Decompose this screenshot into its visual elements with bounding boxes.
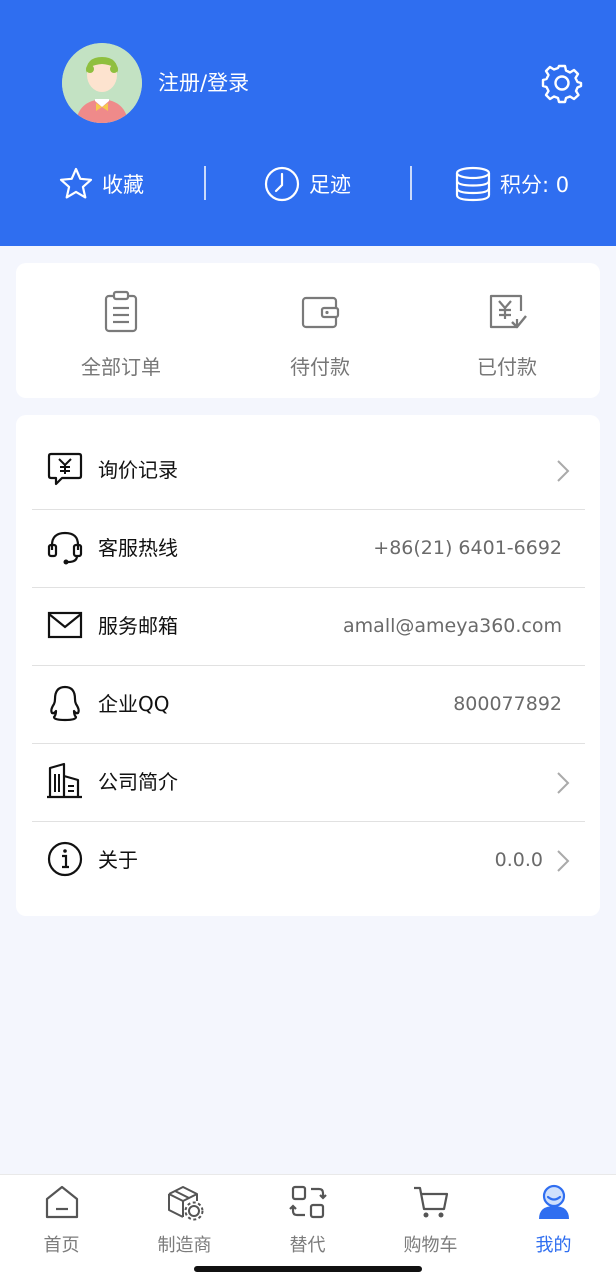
tab-label: 我的 (535, 1235, 572, 1256)
menu-item-title: 客服热线 (98, 536, 178, 560)
clock-icon (264, 166, 300, 202)
login-register-link[interactable]: 注册/登录 (158, 68, 249, 98)
paid-icon (489, 294, 527, 329)
menu-item-service-email[interactable]: 服务邮箱 amall@ameya360.com (32, 587, 585, 666)
clipboard-icon (104, 290, 138, 333)
tab-replacement[interactable]: 替代 (246, 1175, 369, 1265)
pending-payment-button[interactable]: 待付款 (223, 263, 417, 398)
tab-cart[interactable]: 购物车 (369, 1175, 492, 1265)
wallet-icon (301, 296, 340, 329)
footprints-label: 足迹 (309, 173, 351, 197)
home-indicator (194, 1266, 422, 1272)
settings-gear-icon[interactable] (541, 62, 583, 104)
tab-home[interactable]: 首页 (0, 1175, 123, 1265)
orders-card: 全部订单 待付款 已付款 (16, 263, 600, 398)
tab-label: 购物车 (403, 1235, 458, 1256)
qq-icon (50, 685, 80, 722)
menu-item-company-profile[interactable]: 公司简介 (32, 743, 585, 822)
menu-item-title: 关于 (98, 848, 138, 872)
tab-label: 首页 (43, 1235, 80, 1256)
menu-item-enterprise-qq[interactable]: 企业QQ 800077892 (32, 665, 585, 744)
home-icon (45, 1185, 78, 1219)
menu-item-title: 服务邮箱 (98, 614, 178, 638)
tab-label: 制造商 (157, 1235, 212, 1256)
profile-icon (538, 1184, 569, 1219)
menu-item-about[interactable]: 关于 0.0.0 (32, 821, 585, 899)
building-icon (47, 762, 82, 799)
manufacturer-icon (167, 1186, 203, 1221)
menu-item-title: 公司简介 (98, 770, 178, 794)
replace-icon (288, 1185, 327, 1219)
app-version: 0.0.0 (494, 849, 543, 871)
qq-number[interactable]: 800077892 (453, 665, 562, 743)
coins-icon (455, 166, 491, 202)
divider (204, 166, 206, 200)
tab-manufacturer[interactable]: 制造商 (123, 1175, 246, 1265)
headset-icon (47, 531, 83, 565)
tab-profile[interactable]: 我的 (492, 1175, 615, 1265)
favorites-button[interactable]: 收藏 (58, 162, 144, 206)
pending-payment-label: 待付款 (290, 355, 350, 379)
menu-item-service-hotline[interactable]: 客服热线 +86(21) 6401-6692 (32, 509, 585, 588)
divider (410, 166, 412, 200)
hotline-number[interactable]: +86(21) 6401-6692 (373, 509, 562, 587)
menu-card: 询价记录 客服热线 +86(21) 6401-6692 服务邮箱 amall@a… (16, 415, 600, 916)
points-button[interactable]: 积分: 0 (454, 162, 569, 206)
service-email-address[interactable]: amall@ameya360.com (343, 587, 562, 665)
menu-item-inquiry-records[interactable]: 询价记录 (32, 431, 585, 510)
favorites-label: 收藏 (102, 173, 144, 197)
menu-item-title: 询价记录 (98, 458, 178, 482)
chevron-right-icon (557, 460, 570, 482)
footprints-button[interactable]: 足迹 (263, 162, 351, 206)
all-orders-label: 全部订单 (81, 355, 161, 379)
tab-label: 替代 (289, 1235, 326, 1256)
chevron-right-icon (557, 850, 570, 872)
menu-item-title: 企业QQ (98, 692, 170, 716)
chevron-right-icon (557, 772, 570, 794)
paid-orders-label: 已付款 (477, 355, 537, 379)
avatar[interactable] (62, 43, 142, 123)
cart-icon (413, 1186, 448, 1218)
info-icon (47, 841, 83, 877)
star-icon (59, 167, 93, 199)
points-label: 积分: 0 (500, 173, 570, 197)
paid-orders-button[interactable]: 已付款 (410, 263, 604, 398)
all-orders-button[interactable]: 全部订单 (24, 263, 218, 398)
inquiry-icon (47, 452, 83, 486)
profile-header: 注册/登录 收藏 足迹 积分: 0 (0, 0, 616, 246)
mail-icon (47, 611, 83, 639)
